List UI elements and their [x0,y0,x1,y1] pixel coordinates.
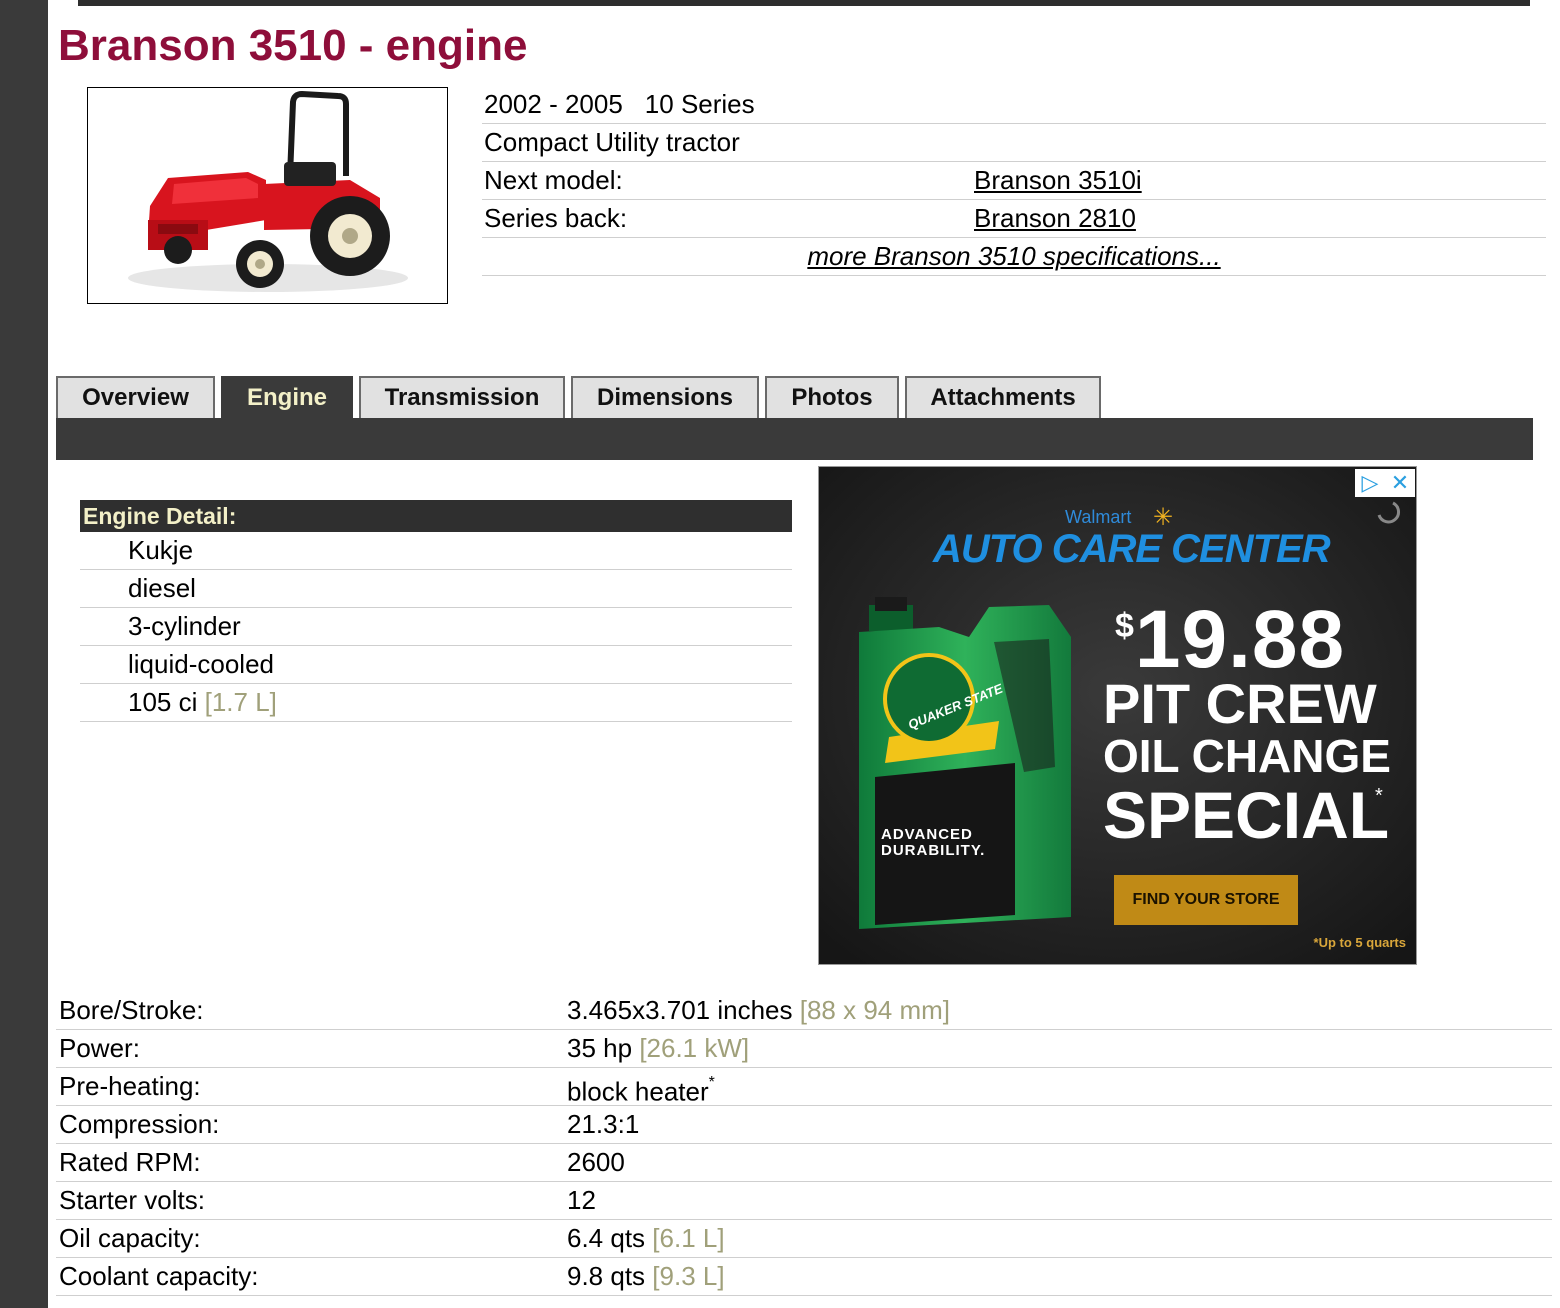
spec-label: Bore/Stroke: [59,995,204,1025]
spec-row-coolant-capacity: Coolant capacity: 9.8 qts [9.3 L] [56,1258,1552,1296]
page-title: Branson 3510 - engine [58,21,528,70]
ad-choices: ▷ ✕ [1355,469,1415,497]
ad-line-special: SPECIAL [1103,778,1390,852]
next-model-row: Next model: Branson 3510i [482,162,1546,200]
tab-dimensions[interactable]: Dimensions [571,376,759,418]
spec-value: 9.8 qts [567,1261,646,1291]
engine-cooling: liquid-cooled [80,646,792,684]
series-back-row: Series back: Branson 2810 [482,200,1546,238]
spec-metric: [6.1 L] [652,1223,725,1253]
spec-row-power: Power: 35 hp [26.1 kW] [56,1030,1552,1068]
ad-brand: Walmart [1065,507,1132,527]
ad-product-line1: ADVANCED [881,826,973,843]
play-triangle-icon[interactable]: ▷ [1355,469,1385,497]
engine-detail-heading: Engine Detail: [80,500,792,532]
engine-displacement-row: 105 ci [1.7 L] [80,684,792,722]
spec-metric: [26.1 kW] [639,1033,750,1063]
tab-photos[interactable]: Photos [765,376,899,418]
tab-transmission[interactable]: Transmission [359,376,565,418]
series-back-label: Series back: [484,203,628,233]
top-header-bar [78,0,1530,6]
spec-value: 2600 [567,1147,625,1177]
left-sidebar-rail [0,0,48,1308]
spec-value: 12 [567,1185,596,1215]
more-specs-row: more Branson 3510 specifications... [482,238,1546,276]
advertisement-banner[interactable]: Walmart ✳ AUTO CARE CENTER QUAKER STATE … [818,466,1417,965]
spec-footnote-marker[interactable]: * [709,1074,715,1091]
tab-overview[interactable]: Overview [56,376,215,418]
spec-value: block heater [567,1076,709,1107]
spec-label: Coolant capacity: [59,1261,259,1291]
spec-metric: [88 x 94 mm] [799,995,951,1025]
spec-label: Pre-heating: [59,1071,201,1101]
more-specifications-link[interactable]: more Branson 3510 specifications... [482,238,1546,274]
spec-label: Rated RPM: [59,1147,201,1177]
spec-label: Compression: [59,1109,220,1139]
spec-label: Starter volts: [59,1185,205,1215]
engine-displacement: 105 ci [128,687,198,717]
spec-row-oil-capacity: Oil capacity: 6.4 qts [6.1 L] [56,1220,1552,1258]
tractor-image [128,90,408,292]
engine-cylinders: 3-cylinder [80,608,792,646]
tractor-photo[interactable] [87,87,448,304]
spec-label: Oil capacity: [59,1223,201,1253]
ad-product-line2: DURABILITY. [881,842,986,859]
next-model-link[interactable]: Branson 3510i [974,162,1142,198]
spec-row-rated-rpm: Rated RPM: 2600 [56,1144,1552,1182]
tab-content-bar [56,418,1533,460]
spec-value: 35 hp [567,1033,633,1063]
spec-value: 3.465x3.701 inches [567,995,793,1025]
spec-row-starter-volts: Starter volts: 12 [56,1182,1552,1220]
model-summary: 2002 - 2005 10 Series Compact Utility tra… [482,86,1546,276]
engine-fuel: diesel [80,570,792,608]
spec-row-pre-heating: Pre-heating: block heater* [56,1068,1552,1107]
model-series: 10 Series [644,89,755,119]
close-icon[interactable]: ✕ [1385,469,1415,497]
tractor-type: Compact Utility tractor [484,127,740,157]
years-row: 2002 - 2005 10 Series [482,86,1546,124]
spec-value: 6.4 qts [567,1223,646,1253]
type-row: Compact Utility tractor [482,124,1546,162]
engine-displacement-metric: [1.7 L] [204,687,277,717]
engine-manufacturer: Kukje [80,532,792,570]
ad-line-pit-crew: PIT CREW [1103,672,1377,735]
spec-row-bore-stroke: Bore/Stroke: 3.465x3.701 inches [88 x 94… [56,992,1552,1030]
series-back-link[interactable]: Branson 2810 [974,200,1136,236]
ad-line-oil-change: OIL CHANGE [1103,730,1391,782]
ad-disclaimer: *Up to 5 quarts [1313,935,1406,950]
engine-specs-table: Bore/Stroke: 3.465x3.701 inches [88 x 94… [56,992,1552,1296]
ad-asterisk: * [1375,785,1383,807]
spec-value: 21.3:1 [567,1109,640,1139]
next-model-label: Next model: [484,165,623,195]
tab-attachments[interactable]: Attachments [905,376,1101,418]
engine-detail-panel: Engine Detail: Kukje diesel 3-cylinder l… [80,500,792,722]
spec-row-compression: Compression: 21.3:1 [56,1106,1552,1144]
find-your-store-button[interactable]: FIND YOUR STORE [1114,875,1298,925]
ad-headline: AUTO CARE CENTER [933,527,1331,571]
tab-engine[interactable]: Engine [221,376,353,418]
spec-label: Power: [59,1033,140,1063]
model-years: 2002 - 2005 [484,89,623,119]
spec-metric: [9.3 L] [652,1261,725,1291]
